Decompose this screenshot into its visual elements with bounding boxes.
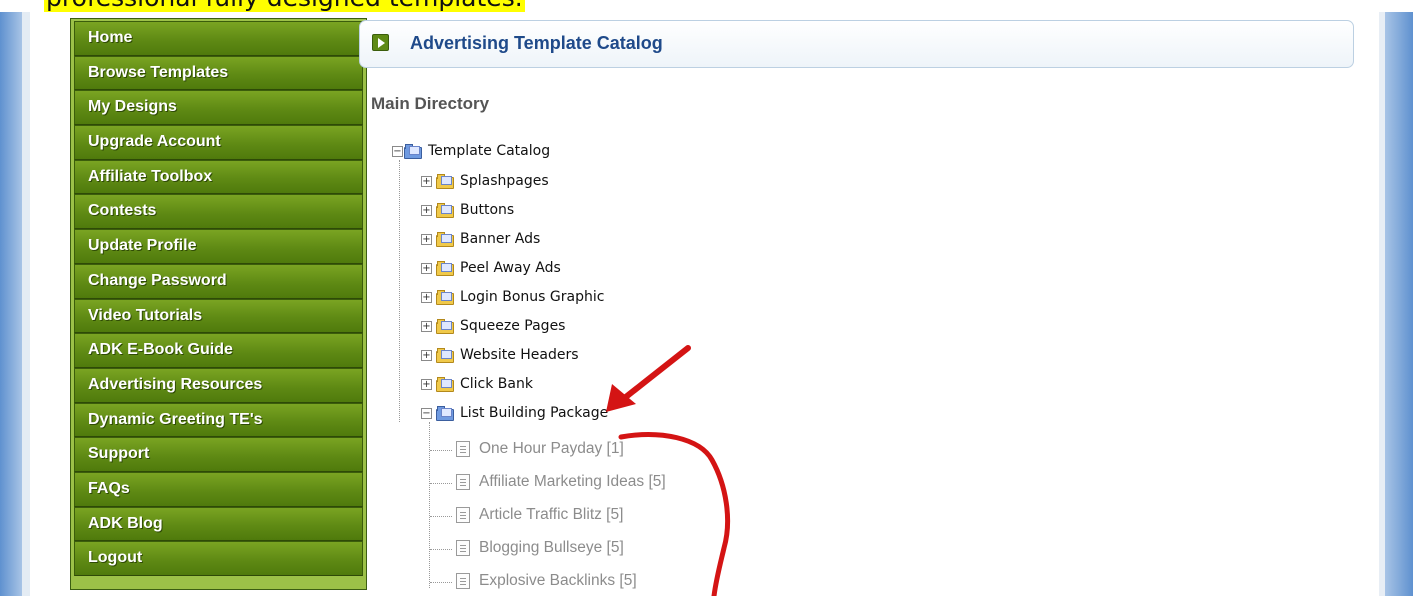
tree-leaf-label[interactable]: One Hour Payday [1]	[479, 440, 624, 458]
document-icon	[456, 441, 470, 457]
tree-folder-label[interactable]: Splashpages	[460, 173, 549, 189]
tree-folder-label[interactable]: List Building Package	[460, 405, 608, 421]
sidebar-nav: Home Browse Templates My Designs Upgrade…	[70, 18, 367, 590]
tree-folder-label[interactable]: Peel Away Ads	[460, 260, 561, 276]
nav-item-contests[interactable]: Contests	[74, 194, 363, 230]
nav-item-faqs[interactable]: FAQs	[74, 471, 363, 507]
nav-item-support[interactable]: Support	[74, 437, 363, 472]
tree-guide-line	[399, 160, 400, 422]
folder-open-icon	[436, 406, 454, 421]
left-background-rail	[0, 12, 22, 596]
tree-folder-label[interactable]: Login Bonus Graphic	[460, 289, 604, 305]
tree-guide-line	[430, 582, 452, 583]
tree-folder-label[interactable]: Website Headers	[460, 347, 579, 363]
nav-item-upgrade-account[interactable]: Upgrade Account	[74, 125, 363, 160]
tree-folder-label[interactable]: Buttons	[460, 202, 514, 218]
tree-folder-label[interactable]: Banner Ads	[460, 231, 540, 247]
tree-guide-line	[430, 549, 452, 550]
plus-box-icon[interactable]: +	[421, 350, 432, 361]
directory-heading: Main Directory	[371, 94, 490, 113]
folder-open-icon	[404, 144, 422, 159]
nav-item-video-tutorials[interactable]: Video Tutorials	[74, 298, 363, 334]
page-title: Advertising Template Catalog	[410, 33, 663, 53]
nav-item-advertising-resources[interactable]: Advertising Resources	[74, 367, 363, 403]
document-icon	[456, 540, 470, 556]
play-arrow-icon	[372, 34, 389, 51]
plus-box-icon[interactable]: +	[421, 176, 432, 187]
main-content: Advertising Template Catalog Main Direct…	[355, 12, 1375, 596]
tree-folder-label[interactable]: Click Bank	[460, 376, 533, 392]
tree-leaf-label[interactable]: Blogging Bullseye [5]	[479, 539, 624, 557]
document-icon	[456, 507, 470, 523]
nav-item-home[interactable]: Home	[74, 21, 363, 56]
folder-icon	[436, 290, 454, 305]
minus-box-icon[interactable]: −	[392, 146, 403, 157]
folder-icon	[436, 203, 454, 218]
folder-icon	[436, 377, 454, 392]
tree-leaf-label[interactable]: Article Traffic Blitz [5]	[479, 506, 623, 524]
catalog-title-bar: Advertising Template Catalog	[359, 20, 1354, 68]
nav-item-browse-templates[interactable]: Browse Templates	[74, 55, 363, 91]
right-background-rail	[1385, 12, 1413, 596]
folder-icon	[436, 261, 454, 276]
tree-guide-line	[430, 450, 452, 451]
nav-item-ebook-guide[interactable]: ADK E-Book Guide	[74, 333, 363, 368]
nav-item-update-profile[interactable]: Update Profile	[74, 229, 363, 264]
nav-item-change-password[interactable]: Change Password	[74, 263, 363, 299]
tree-folder-label[interactable]: Squeeze Pages	[460, 318, 565, 334]
tree-leaf-label[interactable]: Explosive Backlinks [5]	[479, 572, 637, 590]
folder-icon	[436, 319, 454, 334]
plus-box-icon[interactable]: +	[421, 205, 432, 216]
plus-box-icon[interactable]: +	[421, 263, 432, 274]
tree-guide-line	[430, 516, 452, 517]
nav-item-adk-blog[interactable]: ADK Blog	[74, 506, 363, 542]
nav-item-affiliate-toolbox[interactable]: Affiliate Toolbox	[74, 159, 363, 195]
tree-leaf-label[interactable]: Affiliate Marketing Ideas [5]	[479, 473, 666, 491]
plus-box-icon[interactable]: +	[421, 379, 432, 390]
minus-box-icon[interactable]: −	[421, 408, 432, 419]
caption-banner: professional fully designed templates.	[0, 0, 1413, 12]
folder-icon	[436, 232, 454, 247]
document-icon	[456, 573, 470, 589]
tree-guide-line	[430, 483, 452, 484]
document-icon	[456, 474, 470, 490]
plus-box-icon[interactable]: +	[421, 234, 432, 245]
nav-item-my-designs[interactable]: My Designs	[74, 90, 363, 126]
plus-box-icon[interactable]: +	[421, 292, 432, 303]
caption-text: professional fully designed templates.	[44, 0, 525, 12]
tree-node-label[interactable]: Template Catalog	[428, 143, 550, 159]
nav-item-dynamic-greeting[interactable]: Dynamic Greeting TE's	[74, 402, 363, 438]
plus-box-icon[interactable]: +	[421, 321, 432, 332]
page-container: Home Browse Templates My Designs Upgrade…	[22, 12, 1385, 596]
tree-guide-line	[429, 422, 430, 588]
folder-icon	[436, 348, 454, 363]
nav-item-logout[interactable]: Logout	[74, 541, 363, 576]
folder-icon	[436, 174, 454, 189]
